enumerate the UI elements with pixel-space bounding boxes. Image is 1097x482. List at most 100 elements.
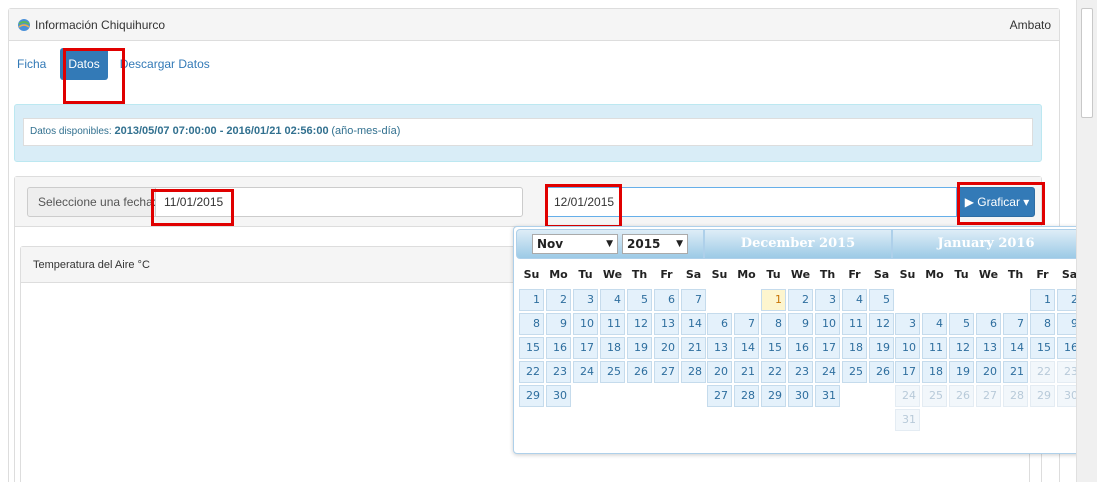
day-cell[interactable]: 13 <box>654 313 679 335</box>
page: Información Chiquihurco Ambato Ficha Dat… <box>0 0 1083 482</box>
day-cell[interactable]: 14 <box>734 337 759 359</box>
day-cell[interactable]: 10 <box>815 313 840 335</box>
day-cell[interactable]: 23 <box>788 361 813 383</box>
scrollbar-thumb[interactable] <box>1081 8 1093 118</box>
day-cell[interactable]: 18 <box>922 361 947 383</box>
day-cell[interactable]: 4 <box>842 289 867 311</box>
day-cell[interactable]: 15 <box>1030 337 1055 359</box>
day-cell[interactable]: 22 <box>761 361 786 383</box>
day-cell[interactable]: 27 <box>654 361 679 383</box>
day-cell[interactable]: 20 <box>654 337 679 359</box>
day-cell[interactable]: 19 <box>627 337 652 359</box>
day-cell[interactable]: 13 <box>707 337 732 359</box>
day-cell[interactable]: 5 <box>869 289 894 311</box>
dow-label: Tu <box>578 268 593 281</box>
day-cell[interactable]: 26 <box>869 361 894 383</box>
day-cell[interactable]: 2 <box>546 289 571 311</box>
day-cell[interactable]: 17 <box>815 337 840 359</box>
day-cell[interactable]: 30 <box>788 385 813 407</box>
day-cell[interactable]: 3 <box>573 289 598 311</box>
day-cell[interactable]: 19 <box>869 337 894 359</box>
day-cell[interactable]: 4 <box>600 289 625 311</box>
day-cell[interactable]: 23 <box>546 361 571 383</box>
day-cell[interactable]: 5 <box>949 313 974 335</box>
day-cell[interactable]: 6 <box>976 313 1001 335</box>
day-cell[interactable]: 25 <box>842 361 867 383</box>
page-scrollbar[interactable] <box>1076 0 1097 482</box>
day-cell[interactable]: 14 <box>681 313 706 335</box>
day-cell[interactable]: 18 <box>842 337 867 359</box>
day-cell[interactable]: 24 <box>573 361 598 383</box>
day-cell[interactable]: 1 <box>761 289 786 311</box>
day-cell[interactable]: 6 <box>707 313 732 335</box>
day-cell[interactable]: 21 <box>681 337 706 359</box>
day-cell[interactable]: 28 <box>681 361 706 383</box>
other-month-day-cell: 28 <box>1003 385 1028 407</box>
day-cell[interactable]: 25 <box>600 361 625 383</box>
day-cell[interactable]: 24 <box>815 361 840 383</box>
other-month-day-cell: 27 <box>976 385 1001 407</box>
day-cell[interactable]: 30 <box>546 385 571 407</box>
dow-label: Mo <box>925 268 944 281</box>
day-cell[interactable]: 17 <box>573 337 598 359</box>
day-cell[interactable]: 16 <box>788 337 813 359</box>
day-cell[interactable]: 13 <box>976 337 1001 359</box>
day-cell[interactable]: 3 <box>815 289 840 311</box>
data-availability-alert: Datos disponibles: 2013/05/07 07:00:00 -… <box>14 104 1042 162</box>
graficar-button[interactable]: ▶ Graficar ▾ <box>959 187 1035 217</box>
day-cell[interactable]: 20 <box>707 361 732 383</box>
tab-descargar-datos[interactable]: Descargar Datos <box>112 48 218 80</box>
dow-label: Sa <box>685 268 702 281</box>
day-cell[interactable]: 8 <box>519 313 544 335</box>
year-select[interactable]: 2015 ▼ <box>622 234 688 254</box>
start-date-input[interactable] <box>155 187 523 217</box>
year-caret-icon: ▼ <box>676 239 683 249</box>
day-cell[interactable]: 21 <box>734 361 759 383</box>
day-cell[interactable]: 7 <box>681 289 706 311</box>
day-cell[interactable]: 19 <box>949 361 974 383</box>
day-cell[interactable]: 17 <box>895 361 920 383</box>
day-cell[interactable]: 18 <box>600 337 625 359</box>
day-cell[interactable]: 29 <box>519 385 544 407</box>
day-cell[interactable]: 7 <box>1003 313 1028 335</box>
day-cell[interactable]: 9 <box>546 313 571 335</box>
day-cell[interactable]: 11 <box>600 313 625 335</box>
day-cell[interactable]: 11 <box>922 337 947 359</box>
day-cell[interactable]: 14 <box>1003 337 1028 359</box>
tab-datos[interactable]: Datos <box>60 48 108 80</box>
day-cell[interactable]: 12 <box>869 313 894 335</box>
day-cell[interactable]: 2 <box>788 289 813 311</box>
tab-ficha[interactable]: Ficha <box>9 48 54 80</box>
day-cell[interactable]: 15 <box>519 337 544 359</box>
day-cell[interactable]: 26 <box>627 361 652 383</box>
day-cell[interactable]: 16 <box>546 337 571 359</box>
day-cell[interactable]: 15 <box>761 337 786 359</box>
day-cell[interactable]: 4 <box>922 313 947 335</box>
day-cell[interactable]: 11 <box>842 313 867 335</box>
day-cell[interactable]: 27 <box>707 385 732 407</box>
day-cell[interactable]: 5 <box>627 289 652 311</box>
day-cell[interactable]: 10 <box>895 337 920 359</box>
station-city: Ambato <box>1009 17 1051 32</box>
day-cell[interactable]: 12 <box>949 337 974 359</box>
day-cell[interactable]: 8 <box>1030 313 1055 335</box>
day-cell[interactable]: 1 <box>519 289 544 311</box>
dow-label: Su <box>899 268 916 281</box>
day-cell[interactable]: 31 <box>815 385 840 407</box>
day-cell[interactable]: 28 <box>734 385 759 407</box>
end-date-input[interactable] <box>545 187 957 217</box>
day-cell[interactable]: 20 <box>976 361 1001 383</box>
day-cell[interactable]: 10 <box>573 313 598 335</box>
day-cell[interactable]: 6 <box>654 289 679 311</box>
month-select[interactable]: Nov ▼ <box>532 234 618 254</box>
day-cell[interactable]: 21 <box>1003 361 1028 383</box>
day-cell[interactable]: 8 <box>761 313 786 335</box>
day-cell[interactable]: 12 <box>627 313 652 335</box>
day-cell[interactable]: 22 <box>519 361 544 383</box>
day-cell[interactable]: 9 <box>788 313 813 335</box>
day-cell[interactable]: 29 <box>761 385 786 407</box>
day-cell[interactable]: 1 <box>1030 289 1055 311</box>
dow-label: Fr <box>660 268 673 281</box>
day-cell[interactable]: 7 <box>734 313 759 335</box>
day-cell[interactable]: 3 <box>895 313 920 335</box>
